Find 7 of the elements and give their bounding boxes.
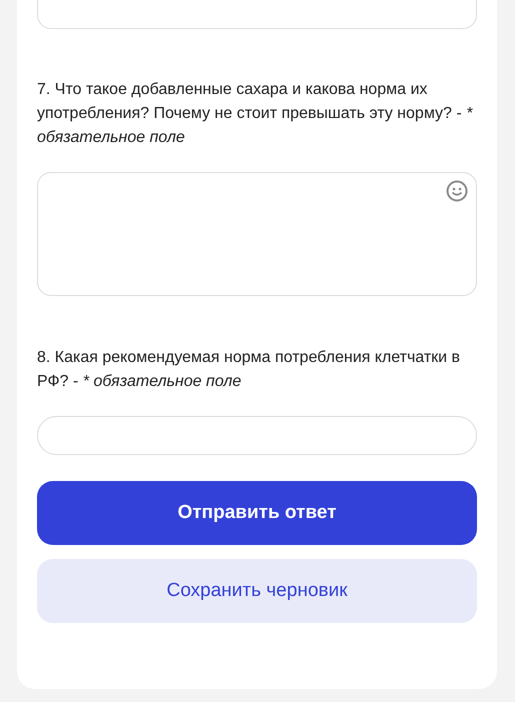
answer-field[interactable] bbox=[37, 416, 477, 455]
answer-field[interactable] bbox=[37, 172, 477, 296]
submit-button[interactable]: Отправить ответ bbox=[37, 481, 477, 545]
save-draft-button[interactable]: Сохранить черновик bbox=[37, 559, 477, 623]
smiley-icon[interactable] bbox=[446, 180, 468, 202]
question-label: 7. Что такое добавленные сахара и какова норма их употребления? Почему не стоит превышать эту норму? - * обязательное поле bbox=[37, 80, 474, 148]
question-label: 8. Какая рекомендуемая норма потребления клетчатки в РФ? - * обязательное поле bbox=[37, 348, 462, 392]
